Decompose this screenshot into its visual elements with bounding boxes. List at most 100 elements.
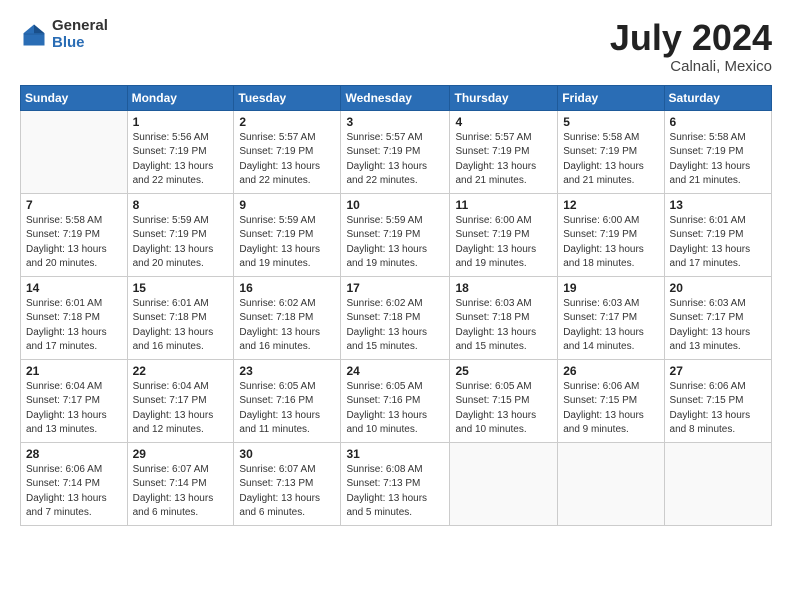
title-location: Calnali, Mexico [610, 58, 772, 75]
day-cell: 9 Sunrise: 5:59 AMSunset: 7:19 PMDaylight… [234, 193, 341, 276]
day-number: 18 [455, 281, 552, 295]
day-info: Sunrise: 5:58 AMSunset: 7:19 PMDaylight:… [563, 131, 658, 189]
day-number: 19 [563, 281, 658, 295]
day-number: 6 [670, 115, 766, 129]
day-cell: 22Sunrise: 6:04 AMSunset: 7:17 PMDayligh… [127, 359, 234, 442]
page: General Blue July 2024 Calnali, Mexico S… [0, 0, 792, 612]
day-info: Sunrise: 6:01 AMSunset: 7:18 PMDaylight:… [26, 297, 122, 355]
day-number: 2 [239, 115, 335, 129]
day-cell: 14 Sunrise: 6:01 AMSunset: 7:18 PMDayligh… [21, 276, 128, 359]
day-info: Sunrise: 5:59 AMSunset: 7:19 PMDaylight:… [133, 214, 229, 272]
day-info: Sunrise: 6:05 AMSunset: 7:15 PMDaylight:… [455, 380, 552, 438]
day-number: 3 [346, 115, 444, 129]
day-number: 20 [670, 281, 766, 295]
day-number: 4 [455, 115, 552, 129]
day-cell: 20 Sunrise: 6:03 AMSunset: 7:17 PMDayligh… [664, 276, 771, 359]
day-cell: 11 Sunrise: 6:00 AMSunset: 7:19 PMDayligh… [450, 193, 558, 276]
day-cell [558, 442, 664, 525]
day-number: 5 [563, 115, 658, 129]
day-info: Sunrise: 6:05 AMSunset: 7:16 PMDaylight:… [346, 380, 444, 438]
day-number: 27 [670, 364, 766, 378]
day-number: 12 [563, 198, 658, 212]
day-info: Sunrise: 6:02 AMSunset: 7:18 PMDaylight:… [346, 297, 444, 355]
day-cell: 13Sunrise: 6:01 AMSunset: 7:19 PMDayligh… [664, 193, 771, 276]
day-cell: 16Sunrise: 6:02 AMSunset: 7:18 PMDayligh… [234, 276, 341, 359]
title-month: July 2024 [610, 18, 772, 58]
header-saturday: Saturday [664, 85, 771, 110]
day-cell [450, 442, 558, 525]
day-cell: 6 Sunrise: 5:58 AMSunset: 7:19 PMDaylight… [664, 110, 771, 193]
day-number: 14 [26, 281, 122, 295]
day-cell: 1 Sunrise: 5:56 AMSunset: 7:19 PMDaylight… [127, 110, 234, 193]
day-info: Sunrise: 5:57 AMSunset: 7:19 PMDaylight:… [455, 131, 552, 189]
day-number: 7 [26, 198, 122, 212]
day-cell: 18 Sunrise: 6:03 AMSunset: 7:18 PMDayligh… [450, 276, 558, 359]
day-cell: 25 Sunrise: 6:05 AMSunset: 7:15 PMDayligh… [450, 359, 558, 442]
day-info: Sunrise: 5:59 AMSunset: 7:19 PMDaylight:… [346, 214, 444, 272]
day-info: Sunrise: 6:03 AMSunset: 7:18 PMDaylight:… [455, 297, 552, 355]
day-info: Sunrise: 6:07 AMSunset: 7:14 PMDaylight:… [133, 463, 229, 521]
day-cell: 31Sunrise: 6:08 AMSunset: 7:13 PMDayligh… [341, 442, 450, 525]
day-number: 21 [26, 364, 122, 378]
week-row-2: 7 Sunrise: 5:58 AMSunset: 7:19 PMDaylight… [21, 193, 772, 276]
day-cell: 24Sunrise: 6:05 AMSunset: 7:16 PMDayligh… [341, 359, 450, 442]
weekday-header-row: Sunday Monday Tuesday Wednesday Thursday… [21, 85, 772, 110]
day-number: 17 [346, 281, 444, 295]
day-info: Sunrise: 5:58 AMSunset: 7:19 PMDaylight:… [26, 214, 122, 272]
logo-text: General Blue [52, 18, 108, 51]
day-number: 28 [26, 447, 122, 461]
day-number: 1 [133, 115, 229, 129]
day-info: Sunrise: 5:57 AMSunset: 7:19 PMDaylight:… [239, 131, 335, 189]
day-info: Sunrise: 6:00 AMSunset: 7:19 PMDaylight:… [455, 214, 552, 272]
day-number: 10 [346, 198, 444, 212]
day-info: Sunrise: 6:03 AMSunset: 7:17 PMDaylight:… [563, 297, 658, 355]
day-info: Sunrise: 6:02 AMSunset: 7:18 PMDaylight:… [239, 297, 335, 355]
day-cell [664, 442, 771, 525]
header-friday: Friday [558, 85, 664, 110]
logo-blue: Blue [52, 35, 108, 52]
week-row-5: 28Sunrise: 6:06 AMSunset: 7:14 PMDayligh… [21, 442, 772, 525]
day-info: Sunrise: 6:06 AMSunset: 7:15 PMDaylight:… [670, 380, 766, 438]
day-cell: 7 Sunrise: 5:58 AMSunset: 7:19 PMDaylight… [21, 193, 128, 276]
day-cell: 29 Sunrise: 6:07 AMSunset: 7:14 PMDayligh… [127, 442, 234, 525]
day-cell: 28Sunrise: 6:06 AMSunset: 7:14 PMDayligh… [21, 442, 128, 525]
day-cell: 30 Sunrise: 6:07 AMSunset: 7:13 PMDayligh… [234, 442, 341, 525]
day-info: Sunrise: 6:07 AMSunset: 7:13 PMDaylight:… [239, 463, 335, 521]
day-info: Sunrise: 6:05 AMSunset: 7:16 PMDaylight:… [239, 380, 335, 438]
day-info: Sunrise: 6:04 AMSunset: 7:17 PMDaylight:… [26, 380, 122, 438]
title-block: July 2024 Calnali, Mexico [610, 18, 772, 75]
day-info: Sunrise: 6:08 AMSunset: 7:13 PMDaylight:… [346, 463, 444, 521]
day-info: Sunrise: 6:03 AMSunset: 7:17 PMDaylight:… [670, 297, 766, 355]
day-number: 13 [670, 198, 766, 212]
day-cell: 5 Sunrise: 5:58 AMSunset: 7:19 PMDaylight… [558, 110, 664, 193]
day-info: Sunrise: 6:01 AMSunset: 7:18 PMDaylight:… [133, 297, 229, 355]
week-row-1: 1 Sunrise: 5:56 AMSunset: 7:19 PMDaylight… [21, 110, 772, 193]
day-number: 8 [133, 198, 229, 212]
header-thursday: Thursday [450, 85, 558, 110]
logo: General Blue [20, 18, 108, 51]
day-cell: 19 Sunrise: 6:03 AMSunset: 7:17 PMDayligh… [558, 276, 664, 359]
logo-icon [20, 21, 48, 49]
header-sunday: Sunday [21, 85, 128, 110]
day-cell: 23Sunrise: 6:05 AMSunset: 7:16 PMDayligh… [234, 359, 341, 442]
day-number: 22 [133, 364, 229, 378]
day-number: 29 [133, 447, 229, 461]
day-cell: 12Sunrise: 6:00 AMSunset: 7:19 PMDayligh… [558, 193, 664, 276]
header: General Blue July 2024 Calnali, Mexico [20, 18, 772, 75]
day-info: Sunrise: 5:59 AMSunset: 7:19 PMDaylight:… [239, 214, 335, 272]
day-number: 11 [455, 198, 552, 212]
day-cell: 26Sunrise: 6:06 AMSunset: 7:15 PMDayligh… [558, 359, 664, 442]
day-number: 9 [239, 198, 335, 212]
day-cell: 10 Sunrise: 5:59 AMSunset: 7:19 PMDayligh… [341, 193, 450, 276]
header-tuesday: Tuesday [234, 85, 341, 110]
day-info: Sunrise: 5:56 AMSunset: 7:19 PMDaylight:… [133, 131, 229, 189]
day-cell: 3Sunrise: 5:57 AMSunset: 7:19 PMDaylight… [341, 110, 450, 193]
day-cell: 27 Sunrise: 6:06 AMSunset: 7:15 PMDayligh… [664, 359, 771, 442]
week-row-4: 21 Sunrise: 6:04 AMSunset: 7:17 PMDayligh… [21, 359, 772, 442]
day-number: 25 [455, 364, 552, 378]
day-number: 30 [239, 447, 335, 461]
header-monday: Monday [127, 85, 234, 110]
day-info: Sunrise: 5:58 AMSunset: 7:19 PMDaylight:… [670, 131, 766, 189]
logo-general: General [52, 18, 108, 35]
header-wednesday: Wednesday [341, 85, 450, 110]
